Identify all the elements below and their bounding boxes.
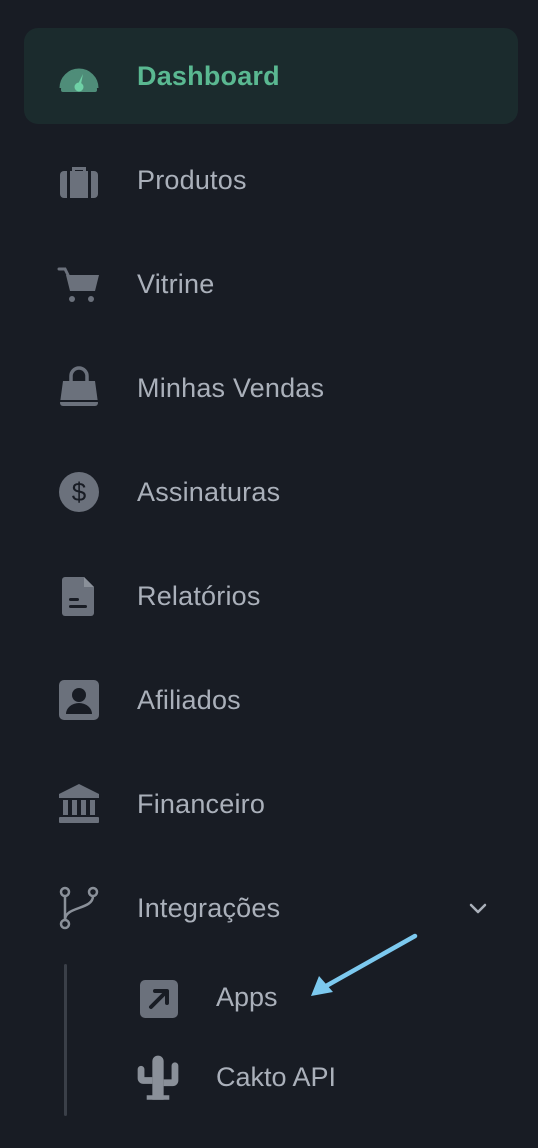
sidebar: Dashboard Produtos Vitrine Minhas Vendas…	[0, 0, 538, 1148]
nav-item-financeiro[interactable]: Financeiro	[24, 756, 518, 852]
nav-item-relatorios[interactable]: Relatórios	[24, 548, 518, 644]
nav-label-relatorios: Relatórios	[137, 580, 261, 611]
svg-text:$: $	[72, 477, 87, 507]
user-badge-icon	[56, 677, 102, 723]
nav-label-assinaturas: Assinaturas	[137, 476, 281, 507]
chevron-down-icon[interactable]	[466, 896, 490, 920]
annotation-arrow-icon	[311, 933, 418, 996]
document-icon	[56, 573, 102, 619]
sub-label-cakto-api: Cakto API	[216, 1062, 337, 1092]
nav-item-minhas-vendas[interactable]: Minhas Vendas	[24, 340, 518, 436]
nav-label-vitrine: Vitrine	[137, 268, 215, 299]
nav-label-produtos: Produtos	[137, 164, 247, 195]
nav-item-vitrine[interactable]: Vitrine	[24, 236, 518, 332]
nav-item-integracoes[interactable]: Integrações	[24, 860, 518, 956]
sub-label-apps: Apps	[216, 982, 278, 1012]
cart-icon	[56, 261, 102, 307]
nav-label-minhas-vendas: Minhas Vendas	[137, 372, 325, 403]
nav-label-integracoes: Integrações	[137, 892, 281, 923]
gauge-icon	[56, 53, 102, 99]
dollar-circle-icon: $	[56, 469, 102, 515]
briefcase-icon	[56, 157, 102, 203]
nav-label-dashboard: Dashboard	[137, 60, 280, 91]
nav-item-assinaturas[interactable]: $ Assinaturas	[24, 444, 518, 540]
nav-item-produtos[interactable]: Produtos	[24, 132, 518, 228]
nav-item-afiliados[interactable]: Afiliados	[24, 652, 518, 748]
submenu-tree-line	[64, 964, 67, 1116]
git-branch-icon	[56, 885, 102, 931]
nav-label-afiliados: Afiliados	[137, 684, 241, 715]
shopping-bag-icon	[56, 365, 102, 411]
cactus-icon	[137, 1055, 179, 1100]
bank-icon	[56, 781, 102, 827]
external-arrow-icon	[140, 980, 178, 1018]
nav-label-financeiro: Financeiro	[137, 788, 266, 819]
nav-item-dashboard[interactable]: Dashboard	[24, 28, 518, 124]
sub-item-cakto-api[interactable]: Cakto API	[130, 1046, 490, 1110]
